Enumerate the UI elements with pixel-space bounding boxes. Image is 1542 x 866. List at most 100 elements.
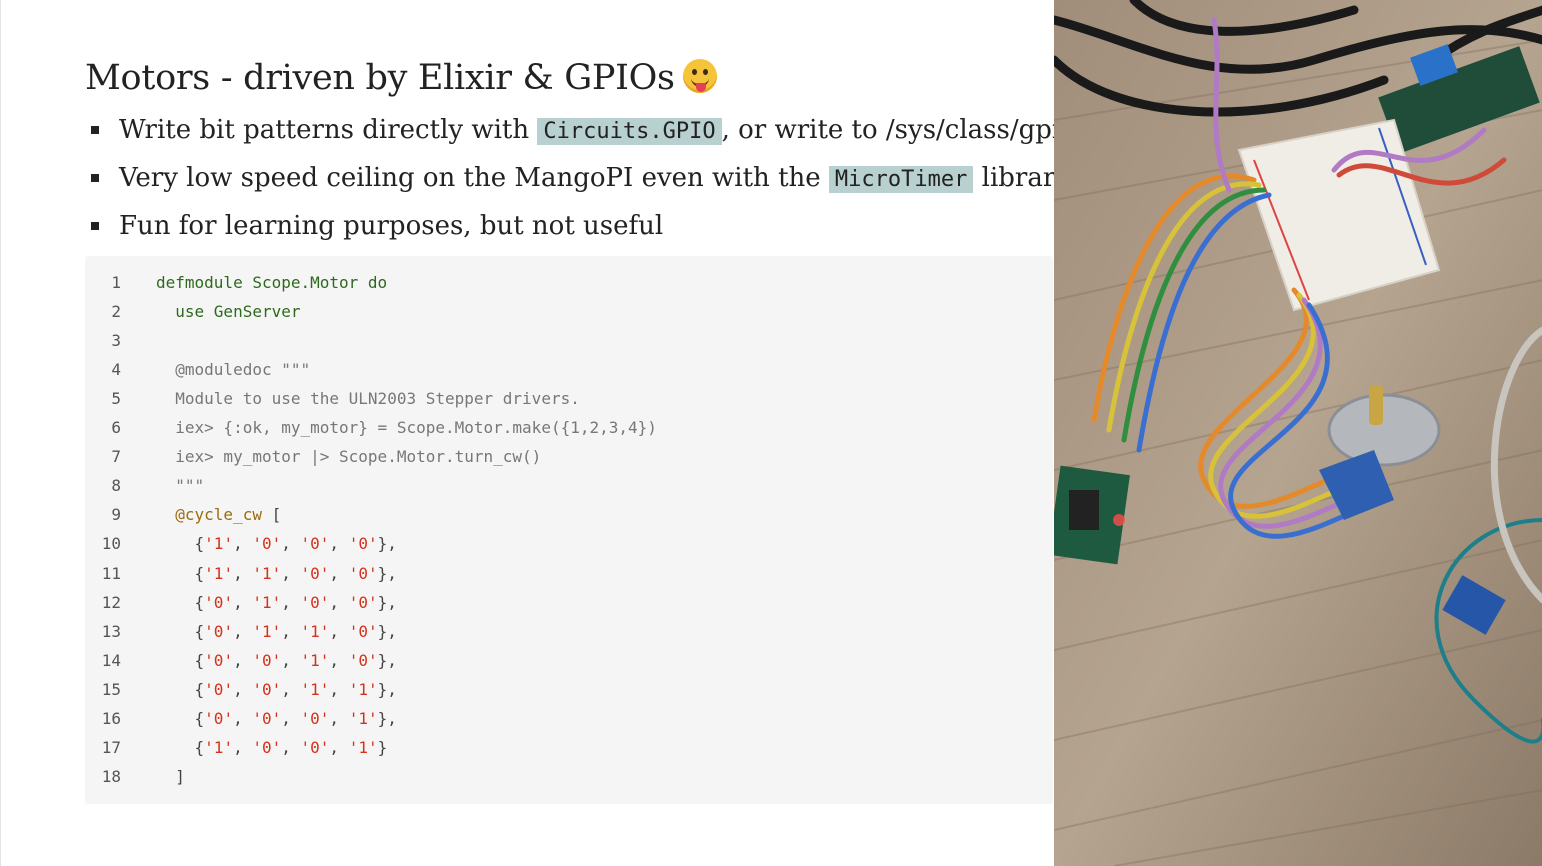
code-block[interactable]: 1 defmodule Scope.Motor do 2 use GenServer… [85, 256, 1053, 804]
code-token: '0' [300, 592, 330, 612]
slide-title-text: Motors - driven by Elixir & GPIOs [85, 58, 675, 98]
code-token: , [233, 650, 253, 670]
code-token: '1' [252, 563, 282, 583]
bullet-square-icon [91, 174, 99, 182]
code-token: , [233, 679, 253, 699]
code-token: '0' [252, 650, 282, 670]
code-line: 9 @cycle_cw [ [85, 500, 281, 529]
code-token: '1' [348, 679, 378, 699]
code-line: 12 {'0', '1', '0', '0'}, [85, 588, 397, 617]
code-token: , [281, 563, 301, 583]
code-token: '1' [204, 563, 234, 583]
code-line: 11 {'1', '1', '0', '0'}, [85, 559, 397, 588]
code-token: , [281, 679, 301, 699]
code-token: }, [377, 708, 397, 728]
code-token: '0' [252, 534, 282, 554]
code-token: '1' [348, 737, 378, 757]
code-token: '0' [252, 708, 282, 728]
line-number: 17 [101, 737, 121, 757]
code-token: { [156, 708, 205, 728]
code-line: 2 use GenServer [85, 297, 301, 326]
code-line: 13 {'0', '1', '1', '0'}, [85, 617, 397, 646]
inline-code: MicroTimer [828, 166, 974, 193]
line-number: 12 [101, 592, 121, 612]
code-token: , [329, 563, 349, 583]
code-token: { [156, 621, 205, 641]
code-token: Module to use the ULN2003 Stepper driver… [156, 389, 580, 409]
stepper-motor-photo [1054, 0, 1542, 866]
inline-code: Circuits.GPIO [537, 118, 722, 145]
code-token: '0' [204, 592, 234, 612]
code-line: 4 @moduledoc """ [85, 355, 310, 384]
line-number: 5 [111, 389, 121, 409]
code-line: 8 """ [85, 471, 204, 500]
code-line: 5 Module to use the ULN2003 Stepper driv… [85, 384, 580, 413]
code-token: , [329, 737, 349, 757]
code-line: 7 iex> my_motor |> Scope.Motor.turn_cw() [85, 442, 541, 471]
code-token: }, [377, 592, 397, 612]
code-line: 15 {'0', '0', '1', '1'}, [85, 675, 397, 704]
code-token: iex> my_motor |> Scope.Motor.turn_cw() [156, 447, 542, 467]
code-token: '1' [252, 592, 282, 612]
line-number: 9 [111, 505, 121, 525]
code-token: { [156, 534, 205, 554]
bullet-text: Write bit patterns directly with [119, 115, 538, 145]
code-token: }, [377, 534, 397, 554]
code-token: , [281, 592, 301, 612]
code-token: }, [377, 621, 397, 641]
code-token: '1' [300, 679, 330, 699]
code-token: , [329, 708, 349, 728]
line-number: 11 [101, 563, 121, 583]
code-line: 14 {'0', '0', '1', '0'}, [85, 646, 397, 675]
code-token: '0' [348, 650, 378, 670]
line-number: 15 [101, 679, 121, 699]
code-token: ] [156, 766, 185, 786]
code-token: , [329, 534, 349, 554]
code-token: , [281, 621, 301, 641]
bullet-list: Write bit patterns directly with Circuit… [91, 112, 1085, 256]
code-token: , [233, 534, 253, 554]
code-line: 10 {'1', '0', '0', '0'}, [85, 529, 397, 558]
code-token: , [233, 592, 253, 612]
bullet-text: Very low speed ceiling on the MangoPI ev… [119, 163, 829, 193]
bullet-item: Very low speed ceiling on the MangoPI ev… [91, 160, 1070, 208]
line-number: 13 [101, 621, 121, 641]
code-token: iex> {:ok, my_motor} = Scope.Motor.make(… [156, 418, 657, 438]
bullet-text: Fun for learning purposes, but not usefu… [119, 211, 664, 241]
code-token: { [156, 737, 205, 757]
code-token: '0' [252, 737, 282, 757]
slide-title: Motors - driven by Elixir & GPIOs [85, 58, 717, 98]
code-line: 1 defmodule Scope.Motor do [85, 268, 387, 297]
bullet-item: Fun for learning purposes, but not usefu… [91, 208, 1051, 256]
code-token: '0' [300, 534, 330, 554]
code-token: , [329, 650, 349, 670]
code-token: [ [261, 505, 282, 525]
code-token: }, [377, 679, 397, 699]
bullet-square-icon [91, 126, 99, 134]
code-token: , [329, 679, 349, 699]
face-with-tongue-icon [682, 59, 717, 93]
line-number: 10 [101, 534, 121, 554]
code-token: '0' [204, 621, 234, 641]
stepper-motor-breadboard-photo-icon [1054, 0, 1542, 866]
code-token: '0' [204, 679, 234, 699]
line-number: 18 [101, 766, 121, 786]
code-token: '0' [300, 563, 330, 583]
line-number: 1 [111, 273, 121, 292]
line-number: 8 [111, 476, 121, 496]
code-token: , [329, 592, 349, 612]
code-token: , [233, 621, 253, 641]
code-token: @cycle_cw [175, 505, 262, 525]
bullet-text: , or write to /sys/class/gpio/ [721, 115, 1085, 145]
code-token: '0' [348, 563, 378, 583]
code-token: defmodule Scope.Motor do [156, 273, 388, 292]
code-token: '1' [348, 708, 378, 728]
line-number: 16 [101, 708, 121, 728]
code-token: '0' [252, 679, 282, 699]
code-token: '0' [348, 534, 378, 554]
code-token: '1' [204, 534, 234, 554]
code-token: use GenServer [175, 302, 301, 322]
code-token: @moduledoc """ [156, 360, 311, 380]
